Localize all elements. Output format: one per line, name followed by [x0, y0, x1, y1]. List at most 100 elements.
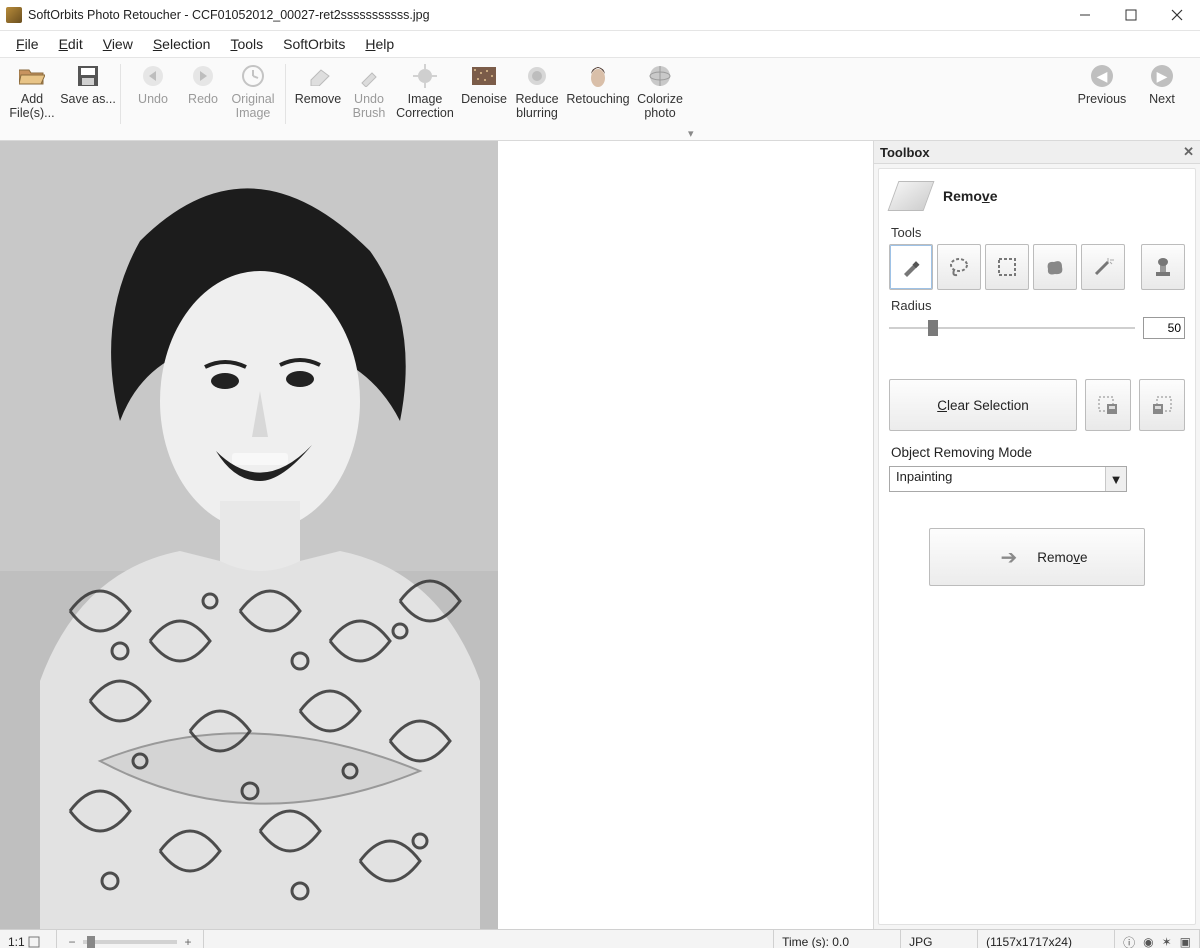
radius-label: Radius	[891, 298, 1185, 313]
menu-help[interactable]: Help	[357, 34, 402, 54]
image-correction-button[interactable]: Image Correction	[392, 60, 458, 123]
window-title: SoftOrbits Photo Retoucher - CCF01052012…	[28, 8, 430, 22]
original-image-button[interactable]: Original Image	[225, 60, 281, 123]
arrow-right-icon: ➔	[1000, 545, 1017, 570]
radius-value-input[interactable]	[1143, 317, 1185, 339]
original-image-label: Original Image	[225, 92, 281, 121]
marquee-tool[interactable]	[985, 244, 1029, 290]
zoom-controls: − +	[57, 930, 204, 948]
previous-button[interactable]: ◀ Previous	[1076, 60, 1128, 108]
zoom-slider[interactable]	[83, 940, 177, 944]
toolbar-overflow[interactable]: ▾	[688, 127, 702, 140]
history-icon	[239, 62, 267, 90]
noise-icon	[470, 62, 498, 90]
zoom-actual-button[interactable]: 1:1	[0, 930, 57, 948]
reduce-blurring-button[interactable]: Reduce blurring	[510, 60, 564, 123]
add-files-label: Add File(s)...	[4, 92, 60, 121]
clear-selection-button[interactable]: Clear Selection	[889, 379, 1077, 431]
undo-brush-button[interactable]: Undo Brush	[346, 60, 392, 123]
radius-slider[interactable]	[889, 318, 1135, 338]
run-remove-label: Remove	[1037, 550, 1087, 565]
photo-preview	[0, 141, 498, 929]
save-selection-button[interactable]	[1085, 379, 1131, 431]
blur-icon	[523, 62, 551, 90]
colorize-label: Colorize photo	[632, 92, 688, 121]
tools-group-label: Tools	[891, 225, 1185, 240]
next-label: Next	[1149, 92, 1175, 106]
status-format: JPG	[901, 930, 978, 948]
toolbox-section-title: Remove	[943, 188, 998, 204]
toolbox-header: Toolbox ✕	[874, 141, 1200, 164]
undo-label: Undo	[138, 92, 168, 106]
denoise-label: Denoise	[461, 92, 507, 106]
undo-brush-label: Undo Brush	[346, 92, 392, 121]
eraser-icon	[304, 62, 332, 90]
info-icon[interactable]: ⓘ	[1123, 934, 1135, 948]
colorize-button[interactable]: Colorize photo	[632, 60, 688, 123]
menu-edit[interactable]: Edit	[51, 34, 91, 54]
menu-file[interactable]: File	[8, 34, 47, 54]
fit-icon	[28, 936, 40, 948]
previous-label: Previous	[1078, 92, 1127, 106]
lasso-tool[interactable]	[937, 244, 981, 290]
load-selection-button[interactable]	[1139, 379, 1185, 431]
stamp-tool[interactable]	[1141, 244, 1185, 290]
zoom-out-button[interactable]: −	[65, 935, 79, 948]
save-selection-icon	[1097, 395, 1119, 415]
retouching-button[interactable]: Retouching	[564, 60, 632, 108]
close-button[interactable]	[1154, 0, 1200, 30]
load-selection-icon	[1151, 395, 1173, 415]
globe-icon	[646, 62, 674, 90]
youtube-icon[interactable]: ▣	[1180, 935, 1191, 948]
remove-label: Remove	[295, 92, 342, 106]
menu-selection[interactable]: Selection	[145, 34, 219, 54]
status-time: Time (s): 0.0	[774, 930, 901, 948]
menu-view[interactable]: View	[95, 34, 141, 54]
toolbar: Add File(s)... Save as... Undo Redo Orig…	[0, 58, 1200, 141]
menu-tools[interactable]: Tools	[222, 34, 271, 54]
status-dimensions: (1157x1717x24)	[978, 930, 1115, 948]
app-icon	[6, 7, 22, 23]
status-social: ⓘ ◉ ✶ ▣	[1115, 930, 1200, 948]
arrow-left-icon: ◀	[1091, 65, 1113, 87]
pencil-tool[interactable]	[889, 244, 933, 290]
twitter-icon[interactable]: ✶	[1162, 935, 1172, 948]
add-files-button[interactable]: Add File(s)...	[4, 60, 60, 123]
redo-icon	[189, 62, 217, 90]
clear-selection-label: Clear Selection	[937, 398, 1029, 413]
chevron-down-icon: ▼	[1105, 467, 1126, 491]
blob-tool[interactable]	[1033, 244, 1077, 290]
facebook-icon[interactable]: ◉	[1143, 935, 1153, 948]
zoom-in-button[interactable]: +	[181, 935, 195, 948]
remove-button[interactable]: Remove	[290, 60, 346, 108]
undo-icon	[139, 62, 167, 90]
mode-value: Inpainting	[890, 467, 1105, 491]
folder-open-icon	[18, 62, 46, 90]
zoom-label: 1:1	[8, 935, 25, 948]
run-remove-button[interactable]: ➔ Remove	[929, 528, 1145, 586]
wand-tool[interactable]	[1081, 244, 1125, 290]
mode-select[interactable]: Inpainting ▼	[889, 466, 1127, 492]
titlebar: SoftOrbits Photo Retoucher - CCF01052012…	[0, 0, 1200, 31]
eraser-large-icon	[888, 181, 935, 211]
save-as-label: Save as...	[60, 92, 116, 106]
toolbox-close-button[interactable]: ✕	[1183, 144, 1194, 160]
image-correction-label: Image Correction	[392, 92, 458, 121]
minimize-button[interactable]	[1062, 0, 1108, 30]
arrow-right-icon: ▶	[1151, 65, 1173, 87]
next-button[interactable]: ▶ Next	[1136, 60, 1188, 108]
lasso-icon	[948, 256, 970, 278]
redo-label: Redo	[188, 92, 218, 106]
toolbox-panel: Toolbox ✕ Remove Tools	[873, 141, 1200, 929]
menu-softorbits[interactable]: SoftOrbits	[275, 34, 353, 54]
redo-button[interactable]: Redo	[181, 60, 225, 108]
tool-buttons-row	[889, 244, 1185, 290]
save-as-button[interactable]: Save as...	[60, 60, 116, 108]
undo-button[interactable]: Undo	[125, 60, 181, 108]
pencil-icon	[901, 257, 921, 277]
reduce-blur-label: Reduce blurring	[510, 92, 564, 121]
statusbar: 1:1 − + Time (s): 0.0 JPG (1157x1717x24)…	[0, 929, 1200, 948]
canvas-area[interactable]	[0, 141, 873, 929]
denoise-button[interactable]: Denoise	[458, 60, 510, 108]
maximize-button[interactable]	[1108, 0, 1154, 30]
